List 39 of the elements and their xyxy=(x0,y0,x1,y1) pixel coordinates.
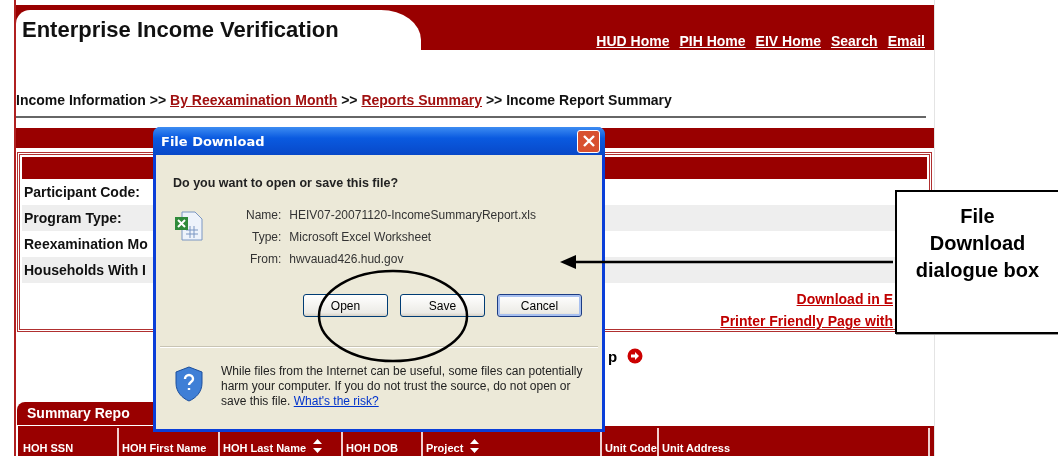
download-link[interactable]: Download in E xyxy=(796,291,893,307)
spreadsheet-icon xyxy=(174,210,204,242)
dialog-button[interactable]: Cancel xyxy=(497,294,582,317)
info-label: Name: xyxy=(246,208,282,222)
dialog-title: File Download xyxy=(161,133,265,149)
info-value: HEIV07-20071120-IncomeSummaryReport.xls xyxy=(289,208,536,222)
breadcrumb: Income Information >> By Reexamination Month >> Reports Summary >> Income Report Summary xyxy=(16,92,673,110)
breadcrumb-link[interactable]: Reports Summary xyxy=(361,92,482,108)
nav-link[interactable]: HUD Home xyxy=(596,33,670,52)
column-header: Unit Address xyxy=(659,428,930,456)
info-value: hwvauad426.hud.gov xyxy=(289,252,405,266)
info-value: Microsoft Excel Worksheet xyxy=(289,230,433,244)
field-label: Households With I xyxy=(24,262,146,278)
field-label: Program Type: xyxy=(24,210,122,226)
info-label: From: xyxy=(249,252,282,266)
dialog-button[interactable]: Open xyxy=(303,294,388,317)
column-header: HOH SSN xyxy=(20,428,119,456)
nav-link[interactable]: EIV Home xyxy=(755,33,821,52)
close-icon[interactable] xyxy=(581,134,596,148)
field-label: Participant Code: xyxy=(24,184,140,200)
warning-text: While files from the Internet can be useful, some files can potentially harm your computer. If you do not trust the source, do not open or save this file. What's the risk? xyxy=(221,364,584,409)
site-title: Enterprise Income Verification xyxy=(22,17,339,43)
nav-link[interactable]: Email xyxy=(887,33,925,52)
info-label: Type: xyxy=(251,230,282,244)
sort-icon[interactable] xyxy=(312,438,324,454)
next-label: p xyxy=(608,347,618,365)
risk-link[interactable]: What's the risk? xyxy=(293,394,379,408)
close-button[interactable] xyxy=(577,129,600,153)
shield-icon xyxy=(174,366,204,402)
nav-link[interactable]: PIH Home xyxy=(679,33,746,52)
download-link[interactable]: Printer Friendly Page with xyxy=(720,313,893,329)
callout-box: File Download dialogue box xyxy=(895,190,1058,334)
dialog-button[interactable]: Save xyxy=(400,294,485,317)
sort-icon[interactable] xyxy=(469,438,481,454)
breadcrumb-link[interactable]: By Reexamination Month xyxy=(170,92,338,108)
field-label: Reexamination Mo xyxy=(24,236,148,252)
nav-link[interactable]: Search xyxy=(830,33,878,52)
dialog-question: Do you want to open or save this file? xyxy=(173,176,400,190)
arrow-circle-icon[interactable] xyxy=(627,348,644,364)
